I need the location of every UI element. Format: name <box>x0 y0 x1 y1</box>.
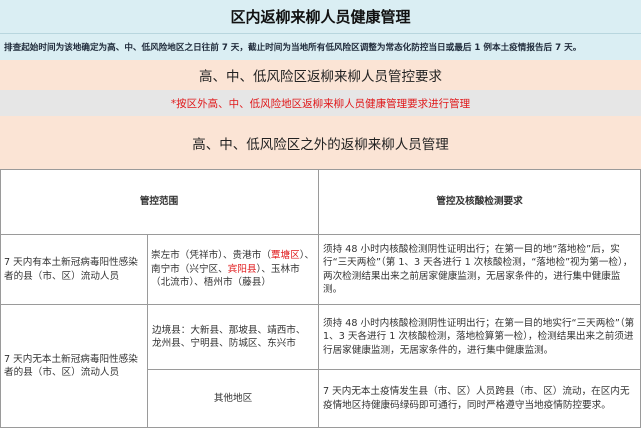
page-title: 区内返柳来柳人员健康管理 <box>0 0 641 34</box>
group-label: 7 天内无本土新冠病毒阳性感染者的县（市、区）流动人员 <box>4 353 138 379</box>
areas-text: 边境县：大新县、那坡县、靖西市、龙州县、宁明县、防城区、东兴市 <box>152 324 306 350</box>
areas-cell-other: 其他地区 <box>148 370 319 428</box>
requirement-cell: 须持 48 小时内核酸检测阴性证明出行；在第一目的地“落地检”后，实行“三天两检… <box>319 235 641 305</box>
areas-cell: 崇左市（凭祥市）、贵港市（覃塘区）、南宁市（兴宁区、宾阳县）、玉林市（北流市）、… <box>148 235 319 305</box>
screening-note: 排查起始时间为该地确定为高、中、低风险地区之日往前 7 天，截止时间为当地所有低… <box>0 34 641 60</box>
col-header-requirement: 管控及核酸检测要求 <box>319 169 641 235</box>
areas-text: 其他地区 <box>213 392 253 404</box>
area-segment: 崇左市（凭祥市）、贵港市（ <box>151 250 271 262</box>
group-cell-with-cases: 7 天内有本土新冠病毒阳性感染者的县（市、区）流动人员 <box>0 235 148 305</box>
areas-cell: 边境县：大新县、那坡县、靖西市、龙州县、宁明县、防城区、东兴市 <box>148 305 319 370</box>
requirement-text: 须持 48 小时内核酸检测阴性证明出行；在第一目的地实行“三天两检”（第 1、3… <box>323 317 635 356</box>
area-highlight: 覃塘区 <box>270 250 300 262</box>
control-table: 管控范围 管控及核酸检测要求 7 天内有本土新冠病毒阳性感染者的县（市、区）流动… <box>0 169 641 428</box>
requirement-cell: 须持 48 小时内核酸检测阴性证明出行；在第一目的地实行“三天两检”（第 1、3… <box>319 305 641 370</box>
requirement-text: 须持 48 小时内核酸检测阴性证明出行；在第一目的地“落地检”后，实行“三天两检… <box>323 243 633 296</box>
group-cell-without-cases: 7 天内无本土新冠病毒阳性感染者的县（市、区）流动人员 <box>0 305 148 428</box>
requirement-text: 7 天内无本土疫情发生县（市、区）人员跨县（市、区）流动，在区内无疫情地区持健康… <box>323 386 630 411</box>
requirement-cell: 7 天内无本土疫情发生县（市、区）人员跨县（市、区）流动，在区内无疫情地区持健康… <box>319 370 641 428</box>
group-label: 7 天内有本土新冠病毒阳性感染者的县（市、区）流动人员 <box>4 257 138 282</box>
risk-area-heading: 高、中、低风险区返柳来柳人员管控要求 <box>0 60 641 90</box>
area-highlight: 宾阳县 <box>227 263 257 275</box>
risk-area-red-note: *按区外高、中、低风险地区返柳来柳人员健康管理要求进行管理 <box>0 90 641 116</box>
other-area-heading: 高、中、低风险区之外的返柳来柳人员管理 <box>0 116 641 169</box>
areas-text: 崇左市（凭祥市）、贵港市（覃塘区）、南宁市（兴宁区、宾阳县）、玉林市（北流市）、… <box>148 249 318 290</box>
col-header-scope: 管控范围 <box>0 169 319 235</box>
